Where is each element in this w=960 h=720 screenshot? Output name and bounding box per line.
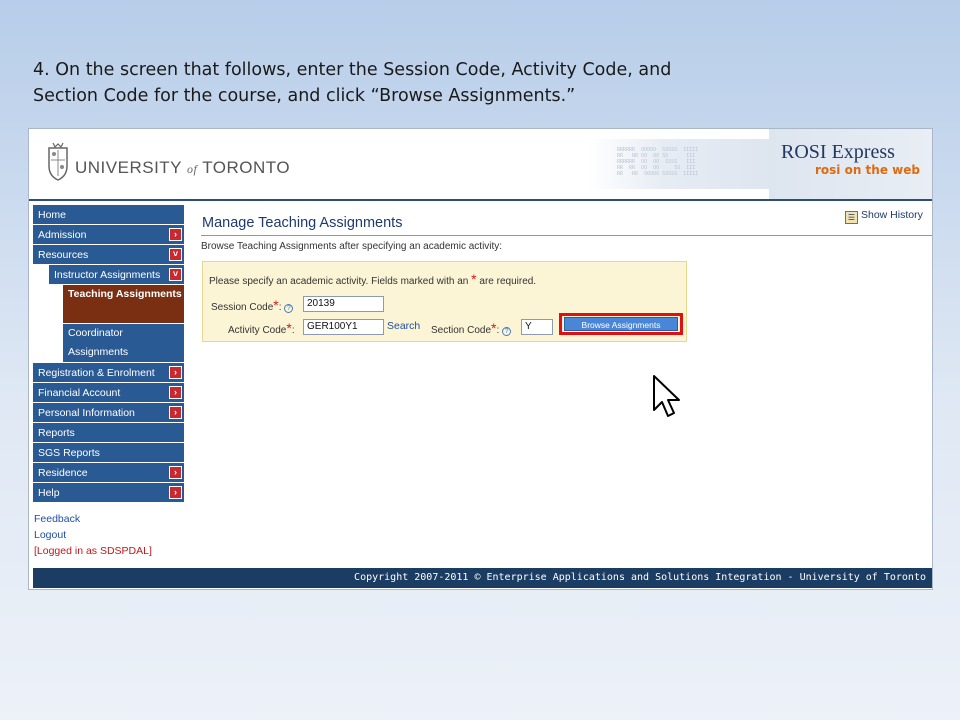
slide-title: 4. On the screen that follows, enter the… (33, 57, 793, 109)
sidebar-item-sgs-reports[interactable]: SGS Reports (33, 443, 184, 463)
required-marker: * (286, 320, 292, 336)
section-code-input[interactable]: Y (521, 319, 553, 335)
activity-code-input[interactable]: GER100Y1 (303, 319, 384, 335)
title-divider (201, 235, 932, 236)
sidebar-item-admission[interactable]: Admission › (33, 225, 184, 245)
browse-assignments-button[interactable]: Browse Assignments (564, 317, 678, 331)
session-code-label: Session Code*: ? (211, 297, 294, 313)
slide-title-line-1: 4. On the screen that follows, enter the… (33, 60, 672, 80)
chevron-down-icon[interactable]: ˅ (169, 248, 182, 261)
required-marker: * (491, 320, 497, 336)
search-link[interactable]: Search (387, 320, 420, 332)
site-footer: Copyright 2007-2011 © Enterprise Applica… (33, 568, 932, 588)
chevron-right-icon[interactable]: › (169, 228, 182, 241)
rosi-logo: ROSI Express rosi on the web (769, 129, 932, 199)
slide-title-line-2: Section Code for the course, and click “… (33, 86, 576, 106)
form-instructions: Please specify an academic activity. Fie… (209, 271, 537, 287)
app-title: ROSI Express (781, 141, 895, 163)
sidebar-item-personal-information[interactable]: Personal Information › (33, 403, 184, 423)
sidebar-item-home[interactable]: Home (33, 205, 184, 225)
page-title: Manage Teaching Assignments (202, 215, 403, 231)
sidebar-item-resources[interactable]: Resources ˅ (33, 245, 184, 265)
sidebar-item-coordinator-assignments[interactable]: Coordinator Assignments (63, 324, 184, 363)
browser-screenshot: UNIVERSITY of TORONTO RRRRRR OOOOO SSSSS… (28, 128, 933, 590)
session-code-input[interactable]: 20139 (303, 296, 384, 312)
mouse-cursor-icon (653, 375, 680, 417)
chevron-right-icon[interactable]: › (169, 486, 182, 499)
sidebar-item-registration-enrolment[interactable]: Registration & Enrolment › (33, 363, 184, 383)
highlight-box: Browse Assignments (559, 313, 683, 335)
sidebar-item-reports[interactable]: Reports (33, 423, 184, 443)
sidebar-nav: Home Admission › Resources ˅ Instructor As… (33, 205, 184, 559)
show-history-link[interactable]: ☰ Show History (845, 209, 923, 224)
logout-link[interactable]: Logout (34, 527, 184, 543)
chevron-right-icon[interactable]: › (169, 386, 182, 399)
help-icon[interactable]: ? (502, 327, 512, 336)
header-divider (29, 199, 932, 201)
header-decoration: RRRRRR OOOOO SSSSS IIIII RR RR OO OO SS … (589, 139, 779, 189)
app-subtitle: rosi on the web (815, 163, 920, 177)
sidebar-item-financial-account[interactable]: Financial Account › (33, 383, 184, 403)
chevron-right-icon[interactable]: › (169, 406, 182, 419)
required-marker: * (273, 297, 279, 313)
section-code-label: Section Code*: ? (431, 320, 512, 336)
help-icon[interactable]: ? (284, 304, 294, 313)
university-name: UNIVERSITY of TORONTO (75, 158, 291, 177)
browse-description: Browse Teaching Assignments after specif… (201, 241, 503, 252)
feedback-link[interactable]: Feedback (34, 511, 184, 527)
activity-code-label: Activity Code*: (228, 320, 295, 336)
uoft-crest-icon (48, 142, 68, 181)
activity-form: Please specify an academic activity. Fie… (202, 261, 687, 417)
chevron-right-icon[interactable]: › (169, 366, 182, 379)
site-header: UNIVERSITY of TORONTO RRRRRR OOOOO SSSSS… (29, 129, 932, 201)
required-marker: * (471, 271, 477, 287)
chevron-right-icon[interactable]: › (169, 466, 182, 479)
sidebar-item-help[interactable]: Help › (33, 483, 184, 503)
chevron-down-icon[interactable]: ˅ (169, 268, 182, 281)
sidebar-item-instructor-assignments[interactable]: Instructor Assignments ˅ (49, 265, 184, 285)
logged-in-status: [Logged in as SDSPDAL] (34, 545, 152, 557)
sidebar-links: Feedback Logout [Logged in as SDSPDAL] (33, 511, 184, 559)
sidebar-item-teaching-assignments[interactable]: Teaching Assignments (63, 285, 184, 324)
sidebar-item-residence[interactable]: Residence › (33, 463, 184, 483)
history-icon: ☰ (845, 211, 858, 224)
